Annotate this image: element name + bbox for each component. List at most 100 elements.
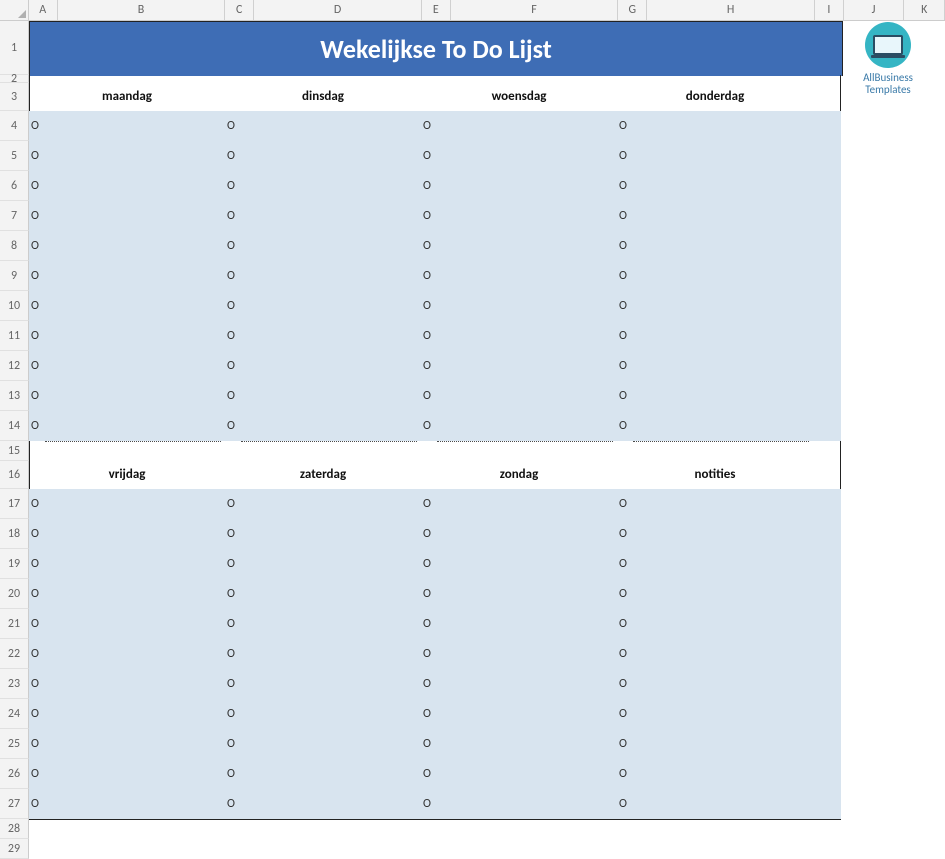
task-cell[interactable]: O (617, 381, 813, 411)
task-cell[interactable]: O (617, 489, 813, 519)
row-header-8[interactable]: 8 (0, 231, 29, 261)
task-cell[interactable]: O (225, 729, 421, 759)
row-header-23[interactable]: 23 (0, 669, 29, 699)
row-header-4[interactable]: 4 (0, 111, 29, 141)
task-cell[interactable]: O (617, 321, 813, 351)
task-cell[interactable]: O (225, 291, 421, 321)
task-cell[interactable]: O (225, 609, 421, 639)
row-header-5[interactable]: 5 (0, 141, 29, 171)
task-cell[interactable]: O (617, 669, 813, 699)
col-header-J[interactable]: J (844, 0, 905, 20)
col-header-B[interactable]: B (58, 0, 226, 20)
task-cell[interactable]: O (225, 789, 421, 819)
task-cell[interactable]: O (29, 759, 225, 789)
row-header-3[interactable]: 3 (0, 83, 29, 111)
task-cell[interactable]: O (29, 729, 225, 759)
task-cell[interactable]: O (225, 579, 421, 609)
task-cell[interactable]: O (225, 321, 421, 351)
task-cell[interactable]: O (29, 381, 225, 411)
row-header-22[interactable]: 22 (0, 639, 29, 669)
task-cell[interactable]: O (225, 519, 421, 549)
row-header-16[interactable]: 16 (0, 461, 29, 489)
task-cell[interactable]: O (29, 291, 225, 321)
row-header-24[interactable]: 24 (0, 699, 29, 729)
task-cell[interactable]: O (29, 411, 225, 441)
row-header-26[interactable]: 26 (0, 759, 29, 789)
task-cell[interactable]: O (29, 789, 225, 819)
row-header-17[interactable]: 17 (0, 489, 29, 519)
task-cell[interactable]: O (421, 171, 617, 201)
task-cell[interactable]: O (29, 519, 225, 549)
task-cell[interactable]: O (225, 669, 421, 699)
task-cell[interactable]: O (421, 519, 617, 549)
task-cell[interactable]: O (29, 141, 225, 171)
task-cell[interactable]: O (617, 519, 813, 549)
task-cell[interactable]: O (617, 291, 813, 321)
task-cell[interactable]: O (225, 699, 421, 729)
task-cell[interactable]: O (29, 261, 225, 291)
row-header-10[interactable]: 10 (0, 291, 29, 321)
task-cell[interactable]: O (617, 411, 813, 441)
task-cell[interactable]: O (617, 111, 813, 141)
task-cell[interactable]: O (421, 321, 617, 351)
row-header-29[interactable]: 29 (0, 839, 29, 859)
task-cell[interactable]: O (29, 549, 225, 579)
task-cell[interactable]: O (29, 579, 225, 609)
task-cell[interactable]: O (225, 639, 421, 669)
task-cell[interactable]: O (617, 201, 813, 231)
task-cell[interactable]: O (617, 609, 813, 639)
task-cell[interactable]: O (617, 579, 813, 609)
col-header-K[interactable]: K (904, 0, 945, 20)
task-cell[interactable]: O (225, 381, 421, 411)
row-header-25[interactable]: 25 (0, 729, 29, 759)
task-cell[interactable]: O (617, 639, 813, 669)
task-cell[interactable]: O (225, 261, 421, 291)
task-cell[interactable]: O (421, 639, 617, 669)
row-header-21[interactable]: 21 (0, 609, 29, 639)
row-header-28[interactable]: 28 (0, 819, 29, 839)
task-cell[interactable]: O (617, 261, 813, 291)
task-cell[interactable]: O (225, 411, 421, 441)
task-cell[interactable]: O (421, 111, 617, 141)
row-header-27[interactable]: 27 (0, 789, 29, 819)
task-cell[interactable]: O (29, 669, 225, 699)
task-cell[interactable]: O (421, 759, 617, 789)
col-header-G[interactable]: G (618, 0, 647, 20)
task-cell[interactable]: O (29, 111, 225, 141)
task-cell[interactable]: O (225, 141, 421, 171)
task-cell[interactable]: O (421, 231, 617, 261)
task-cell[interactable]: O (421, 141, 617, 171)
select-all-corner[interactable] (0, 0, 29, 20)
task-cell[interactable]: O (617, 231, 813, 261)
row-header-1[interactable]: 1 (0, 21, 29, 75)
task-cell[interactable]: O (421, 291, 617, 321)
task-cell[interactable]: O (617, 789, 813, 819)
task-cell[interactable]: O (421, 579, 617, 609)
row-header-7[interactable]: 7 (0, 201, 29, 231)
col-header-E[interactable]: E (422, 0, 451, 20)
task-cell[interactable]: O (421, 411, 617, 441)
col-header-C[interactable]: C (225, 0, 254, 20)
task-cell[interactable]: O (421, 489, 617, 519)
row-header-12[interactable]: 12 (0, 351, 29, 381)
task-cell[interactable]: O (225, 201, 421, 231)
task-cell[interactable]: O (421, 729, 617, 759)
row-header-18[interactable]: 18 (0, 519, 29, 549)
task-cell[interactable]: O (421, 789, 617, 819)
task-cell[interactable]: O (421, 351, 617, 381)
col-header-I[interactable]: I (815, 0, 844, 20)
task-cell[interactable]: O (29, 201, 225, 231)
task-cell[interactable]: O (225, 351, 421, 381)
col-header-H[interactable]: H (647, 0, 815, 20)
task-cell[interactable]: O (617, 171, 813, 201)
task-cell[interactable]: O (29, 231, 225, 261)
task-cell[interactable]: O (421, 549, 617, 579)
row-header-15[interactable]: 15 (0, 441, 29, 461)
row-header-6[interactable]: 6 (0, 171, 29, 201)
row-header-20[interactable]: 20 (0, 579, 29, 609)
task-cell[interactable]: O (421, 609, 617, 639)
task-cell[interactable]: O (225, 489, 421, 519)
task-cell[interactable]: O (617, 549, 813, 579)
row-header-2[interactable]: 2 (0, 75, 29, 83)
task-cell[interactable]: O (29, 321, 225, 351)
